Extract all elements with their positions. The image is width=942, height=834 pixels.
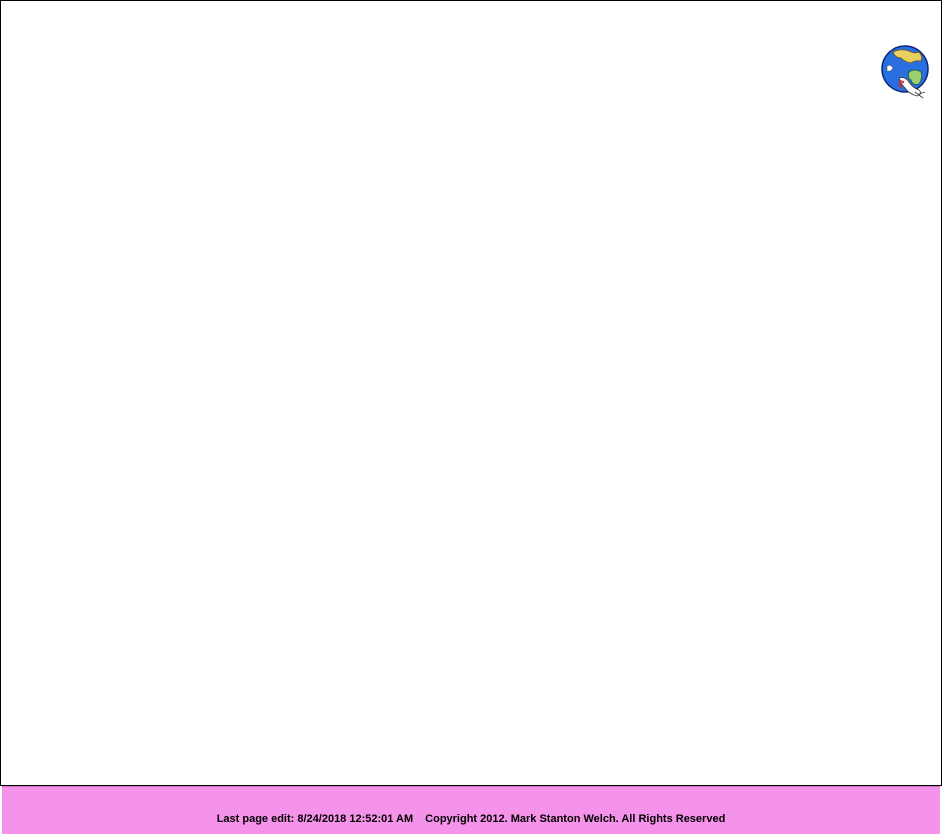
footer-text: Last page edit: 8/24/2018 12:52:01 AM Cop… bbox=[2, 813, 940, 825]
copyright-text: Copyright 2012. Mark Stanton Welch. All … bbox=[425, 813, 726, 825]
page: Last page edit: 8/24/2018 12:52:01 AM Cop… bbox=[0, 0, 942, 834]
top-bar bbox=[0, 0, 942, 36]
content-area bbox=[0, 35, 942, 786]
last-edit-text: Last page edit: 8/24/2018 12:52:01 AM bbox=[216, 813, 414, 825]
footer: Last page edit: 8/24/2018 12:52:01 AM Cop… bbox=[2, 786, 940, 834]
globe-dove-icon bbox=[881, 45, 929, 99]
